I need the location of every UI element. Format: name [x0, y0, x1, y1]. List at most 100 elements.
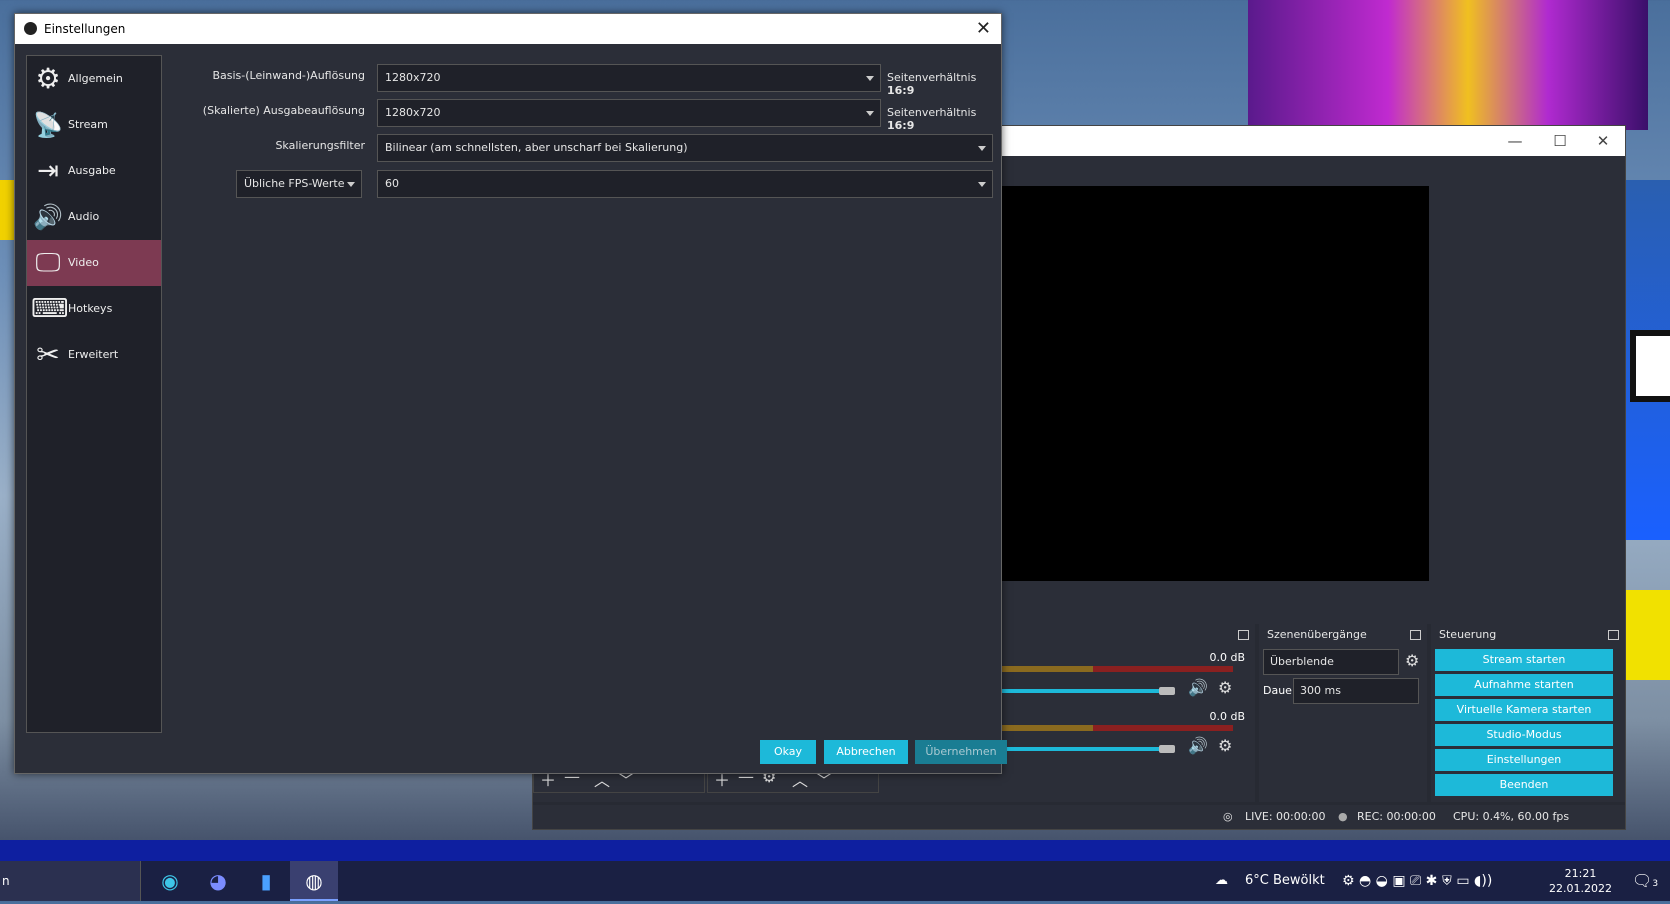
gear-icon[interactable]: ⚙: [1218, 678, 1232, 697]
track2-db: 0.0 dB: [1209, 710, 1245, 723]
discord-icon[interactable]: ◕: [194, 861, 242, 901]
sidebar-item-video[interactable]: 🖵 Video: [27, 240, 161, 286]
chevron-down-icon: [347, 182, 355, 187]
base-aspect-ratio: Seitenverhältnis 16:9: [887, 71, 1001, 97]
tray-icons[interactable]: ⚙ ◓ ◒ ▣ ⎚ ✱ ⛨ ▭ ◖)): [1342, 861, 1492, 901]
sidebar-item-hotkeys[interactable]: ⌨ Hotkeys: [27, 286, 161, 332]
base-resolution-label: Basis-(Leinwand-)Auflösung: [212, 69, 365, 82]
wallpaper-stage-art: [1248, 0, 1648, 130]
status-bar: ◎ LIVE: 00:00:00 ● REC: 00:00:00 CPU: 0.…: [533, 805, 1625, 829]
gear-icon[interactable]: ⚙: [1218, 736, 1232, 755]
start-recording-button[interactable]: Aufnahme starten: [1435, 674, 1613, 696]
keyboard-icon: ⌨: [31, 294, 69, 324]
track2-volume-knob[interactable]: [1159, 745, 1175, 753]
edge-icon[interactable]: ◉: [146, 861, 194, 901]
wallpaper-yellow-sign: [0, 180, 14, 240]
settings-dialog: Einstellungen ✕ ⚙ Allgemein 📡 Stream ⇥ A…: [14, 13, 1007, 774]
studio-mode-button[interactable]: Studio-Modus: [1435, 724, 1613, 746]
fps-type-value: Übliche FPS-Werte: [244, 177, 345, 190]
sidebar-item-label: Allgemein: [68, 72, 123, 85]
fps-value: 60: [385, 177, 399, 190]
settings-button[interactable]: Einstellungen: [1435, 749, 1613, 771]
scale-filter-select[interactable]: Bilinear (am schnellsten, aber unscharf …: [377, 134, 993, 162]
output-icon: ⇥: [37, 156, 59, 186]
output-resolution-select[interactable]: 1280x720: [377, 99, 881, 127]
program-preview[interactable]: [999, 186, 1429, 581]
live-time: LIVE: 00:00:00: [1245, 810, 1326, 823]
minimize-button[interactable]: —: [1495, 130, 1535, 152]
wallpaper-blue-band: [0, 840, 1670, 861]
live-indicator-icon: ◎: [1223, 810, 1233, 823]
close-button[interactable]: ✕: [1583, 130, 1623, 152]
close-icon[interactable]: ✕: [976, 14, 991, 44]
scale-filter-value: Bilinear (am schnellsten, aber unscharf …: [385, 141, 688, 154]
time: 21:21: [1564, 867, 1597, 880]
chevron-down-icon: [866, 76, 874, 81]
search-box[interactable]: n: [0, 861, 141, 901]
cancel-button[interactable]: Abbrechen: [824, 740, 908, 764]
output-resolution-value: 1280x720: [385, 106, 441, 119]
track1-db: 0.0 dB: [1209, 651, 1245, 664]
float-dock-icon[interactable]: [1608, 630, 1619, 640]
fps-value-select[interactable]: 60: [377, 170, 993, 198]
aspect-ratio-label: Seitenverhältnis: [887, 71, 977, 84]
chevron-down-icon: [978, 146, 986, 151]
duration-label: Dauer: [1263, 684, 1297, 697]
float-dock-icon[interactable]: [1238, 630, 1249, 640]
tools-icon: ✂: [36, 338, 60, 371]
sidebar-item-audio[interactable]: 🔊 Audio: [27, 194, 161, 240]
chevron-down-icon: [866, 111, 874, 116]
gear-icon: ⚙: [35, 62, 61, 95]
rec-indicator-icon: ●: [1338, 810, 1348, 823]
notification-count: 3: [1652, 879, 1659, 889]
float-dock-icon[interactable]: [1410, 630, 1421, 640]
aspect-ratio-value: 16:9: [887, 119, 915, 132]
weather-text[interactable]: 6°C Bewölkt: [1245, 861, 1325, 901]
transitions-panel: Szenenübergänge Überblende ⚙ Dauer 300 m…: [1259, 624, 1427, 802]
controls-buttons: Stream starten Aufnahme starten Virtuell…: [1435, 649, 1613, 799]
speaker-icon[interactable]: 🔊: [1188, 736, 1208, 755]
wallpaper-yellow-panel: [1625, 590, 1670, 680]
fortnite-icon[interactable]: ▮: [242, 861, 290, 901]
track1-volume-knob[interactable]: [1159, 687, 1175, 695]
antenna-icon: 📡: [33, 111, 63, 139]
exit-button[interactable]: Beenden: [1435, 774, 1613, 796]
base-resolution-select[interactable]: 1280x720: [377, 64, 881, 92]
sidebar-item-label: Stream: [68, 118, 108, 131]
speaker-icon[interactable]: 🔊: [1188, 678, 1208, 697]
maximize-button[interactable]: ☐: [1540, 130, 1580, 152]
notification-icon[interactable]: 🗨3: [1632, 861, 1658, 901]
speaker-icon: 🔊: [33, 203, 63, 231]
controls-title: Steuerung: [1439, 628, 1497, 641]
clock[interactable]: 21:21 22.01.2022: [1549, 866, 1612, 896]
search-text: n: [2, 874, 10, 888]
duration-input[interactable]: 300 ms: [1293, 678, 1419, 704]
obs-icon[interactable]: ◍: [290, 861, 338, 901]
gear-icon[interactable]: ⚙: [1405, 651, 1419, 670]
sidebar-item-label: Audio: [68, 210, 100, 223]
okay-button[interactable]: Okay: [760, 740, 816, 764]
cpu-status: CPU: 0.4%, 60.00 fps: [1453, 810, 1570, 823]
taskbar: n ◉ ◕ ▮ ◍ ☁ 6°C Bewölkt ⚙ ◓ ◒ ▣ ⎚ ✱ ⛨ ▭ …: [0, 861, 1670, 901]
date: 22.01.2022: [1549, 882, 1612, 895]
output-aspect-ratio: Seitenverhältnis 16:9: [887, 106, 1001, 132]
aspect-ratio-value: 16:9: [887, 84, 915, 97]
sidebar-item-ausgabe[interactable]: ⇥ Ausgabe: [27, 148, 161, 194]
start-virtual-camera-button[interactable]: Virtuelle Kamera starten: [1435, 699, 1613, 721]
settings-sidebar: ⚙ Allgemein 📡 Stream ⇥ Ausgabe 🔊 Audio 🖵…: [26, 55, 162, 733]
fps-type-select[interactable]: Übliche FPS-Werte: [236, 170, 362, 198]
apply-button[interactable]: Übernehmen: [915, 740, 1007, 764]
transitions-title: Szenenübergänge: [1267, 628, 1367, 641]
weather-cloud-icon[interactable]: ☁: [1215, 861, 1228, 901]
start-stream-button[interactable]: Stream starten: [1435, 649, 1613, 671]
base-resolution-value: 1280x720: [385, 71, 441, 84]
sidebar-item-allgemein[interactable]: ⚙ Allgemein: [27, 56, 161, 102]
transition-select[interactable]: Überblende: [1263, 649, 1399, 675]
scale-filter-label: Skalierungsfilter: [275, 139, 365, 152]
obs-logo-icon: [24, 22, 37, 35]
dialog-title-bar: Einstellungen ✕: [15, 14, 1001, 44]
sidebar-item-erweitert[interactable]: ✂ Erweitert: [27, 332, 161, 378]
dialog-title: Einstellungen: [44, 22, 126, 36]
sidebar-item-stream[interactable]: 📡 Stream: [27, 102, 161, 148]
monitor-icon: 🖵: [35, 248, 61, 278]
